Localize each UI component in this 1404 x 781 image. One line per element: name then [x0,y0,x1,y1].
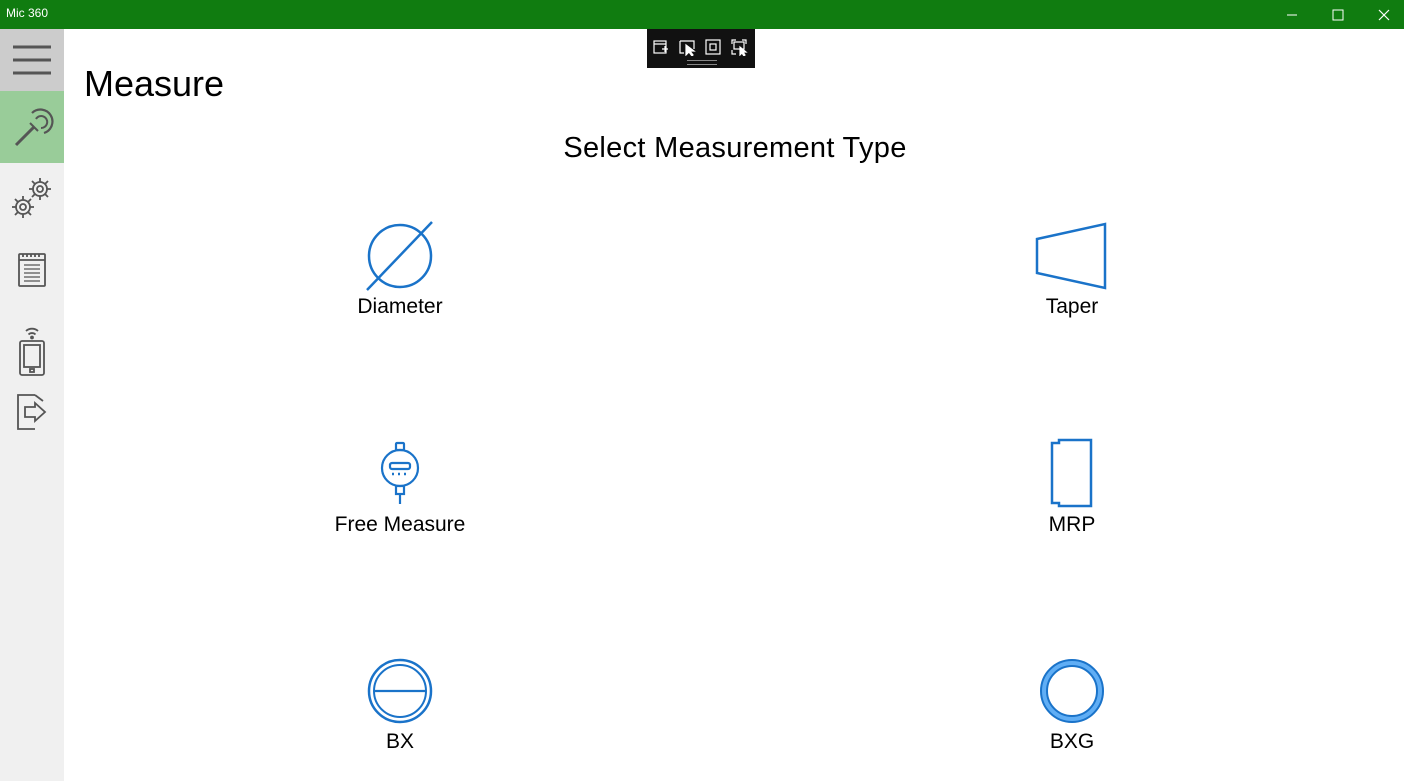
hamburger-icon [13,45,51,75]
maximize-button[interactable] [1315,0,1361,29]
section-heading: Select Measurement Type [563,132,907,164]
tile-mrp[interactable]: MRP [962,438,1182,538]
taper-icon [1035,222,1107,290]
dial-indicator-icon [380,441,420,504]
document-icon [18,253,46,287]
bx-icon [367,658,433,724]
frame-icon [705,39,721,55]
wireless-device-icon [19,327,45,376]
tile-bxg[interactable]: BXG [962,655,1182,755]
minimize-icon [1287,14,1297,15]
tile-label: Taper [1045,295,1099,318]
toolbar-select-button[interactable] [677,37,697,57]
minimize-button[interactable] [1269,0,1315,29]
maximize-icon [1332,9,1344,20]
app-title: Mic 360 [6,6,49,20]
tile-taper[interactable]: Taper [962,220,1182,320]
capture-icon [731,39,748,56]
tile-label: MRP [1048,513,1096,536]
tile-bx[interactable]: BX [290,655,510,755]
tile-free-measure[interactable]: Free Measure [290,438,510,538]
toolbar-grip[interactable] [687,60,717,65]
toolbar-insert-button[interactable] [651,37,671,57]
insert-icon [653,40,668,54]
tile-diameter[interactable]: Diameter [290,220,510,320]
mrp-icon [1050,438,1093,508]
floating-toolbar [647,29,755,68]
sidebar-item-settings[interactable] [0,167,64,229]
close-icon [1378,9,1390,20]
tile-label: BX [385,730,414,753]
toolbar-capture-button[interactable] [729,37,749,57]
close-button[interactable] [1361,0,1404,29]
diameter-icon [366,221,433,291]
tile-label: Free Measure [334,513,466,536]
tile-label: BXG [1049,730,1095,753]
sidebar-item-device[interactable] [0,311,64,391]
sidebar-item-logout[interactable] [0,381,64,443]
exit-icon [17,394,47,430]
gears-icon [12,178,51,218]
select-icon [679,40,696,56]
sidebar-item-reports[interactable] [0,239,64,301]
title-bar: Mic 360 [0,0,1404,29]
bxg-icon [1040,659,1104,723]
page-title: Measure [84,63,225,105]
toolbar-frame-button[interactable] [703,37,723,57]
sidebar-item-menu[interactable] [0,29,64,91]
tile-label: Diameter [357,295,443,318]
